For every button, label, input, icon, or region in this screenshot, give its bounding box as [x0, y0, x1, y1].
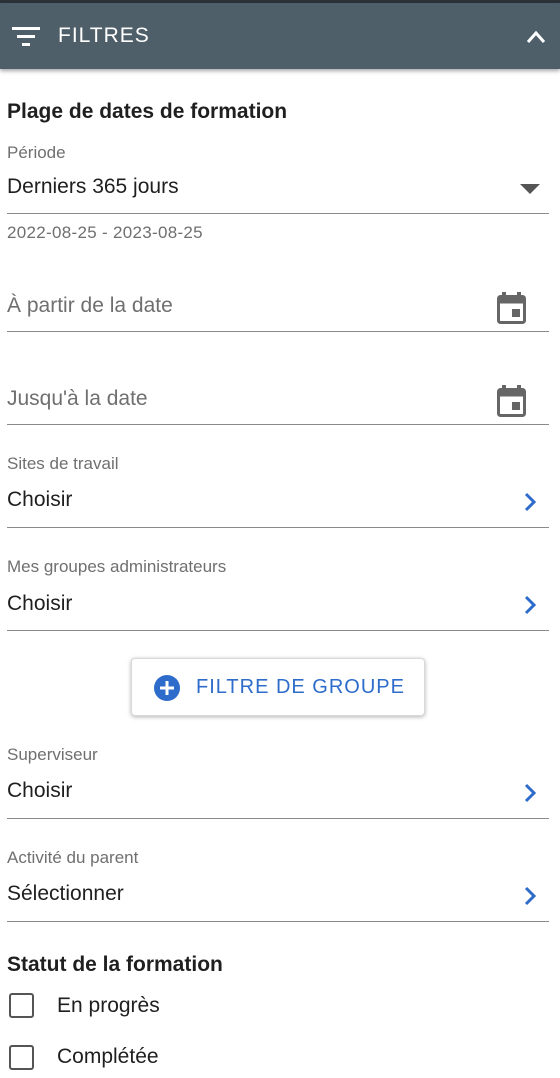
parent-activity-value: Sélectionner	[7, 882, 124, 905]
calendar-icon[interactable]	[497, 292, 526, 324]
filters-header[interactable]: FILTRES	[0, 3, 560, 69]
from-date-placeholder: À partir de la date	[7, 294, 173, 317]
supervisor-field[interactable]: Superviseur Choisir	[0, 743, 560, 819]
work-sites-underline	[7, 527, 549, 528]
filters-title: FILTRES	[58, 24, 150, 47]
chevron-right-icon[interactable]	[519, 781, 541, 805]
period-value: Derniers 365 jours	[7, 175, 179, 198]
from-date-underline	[7, 331, 549, 332]
to-date-underline	[7, 424, 549, 425]
calendar-icon[interactable]	[497, 385, 526, 417]
chevron-right-icon[interactable]	[519, 490, 541, 514]
admin-groups-underline	[7, 630, 549, 631]
group-filter-button[interactable]: FILTRE DE GROUPE	[131, 658, 425, 716]
training-status-title: Statut de la formation	[7, 953, 223, 976]
chevron-up-icon[interactable]	[524, 25, 548, 49]
period-select[interactable]: Période Derniers 365 jours	[0, 140, 560, 216]
parent-activity-label: Activité du parent	[7, 848, 139, 867]
supervisor-label: Superviseur	[7, 745, 98, 764]
admin-groups-value: Choisir	[7, 592, 73, 615]
filter-list-icon	[12, 27, 40, 46]
dropdown-arrow-icon[interactable]	[520, 184, 540, 194]
work-sites-label: Sites de travail	[7, 454, 119, 473]
parent-activity-underline	[7, 921, 549, 922]
admin-groups-field[interactable]: Mes groupes administrateurs Choisir	[0, 555, 560, 631]
supervisor-value: Choisir	[7, 779, 73, 802]
to-date-placeholder: Jusqu'à la date	[7, 387, 148, 410]
chevron-right-icon[interactable]	[519, 884, 541, 908]
date-range-hint: 2022-08-25 - 2023-08-25	[7, 223, 203, 242]
supervisor-underline	[7, 818, 549, 819]
work-sites-field[interactable]: Sites de travail Choisir	[0, 452, 560, 528]
to-date-field[interactable]: Jusqu'à la date	[0, 372, 560, 432]
date-range-title: Plage de dates de formation	[7, 100, 288, 123]
work-sites-value: Choisir	[7, 488, 73, 511]
period-underline	[7, 213, 549, 214]
checkbox-label-completed[interactable]: Complétée	[57, 1045, 159, 1069]
group-filter-label: FILTRE DE GROUPE	[196, 676, 405, 698]
checkbox-label-in-progress[interactable]: En progrès	[57, 994, 160, 1018]
parent-activity-field[interactable]: Activité du parent Sélectionner	[0, 846, 560, 922]
admin-groups-label: Mes groupes administrateurs	[7, 557, 227, 576]
period-label: Période	[7, 143, 66, 162]
checkbox-in-progress[interactable]	[9, 993, 34, 1018]
add-circle-icon	[154, 675, 180, 701]
chevron-right-icon[interactable]	[519, 593, 541, 617]
checkbox-completed[interactable]	[9, 1045, 34, 1070]
